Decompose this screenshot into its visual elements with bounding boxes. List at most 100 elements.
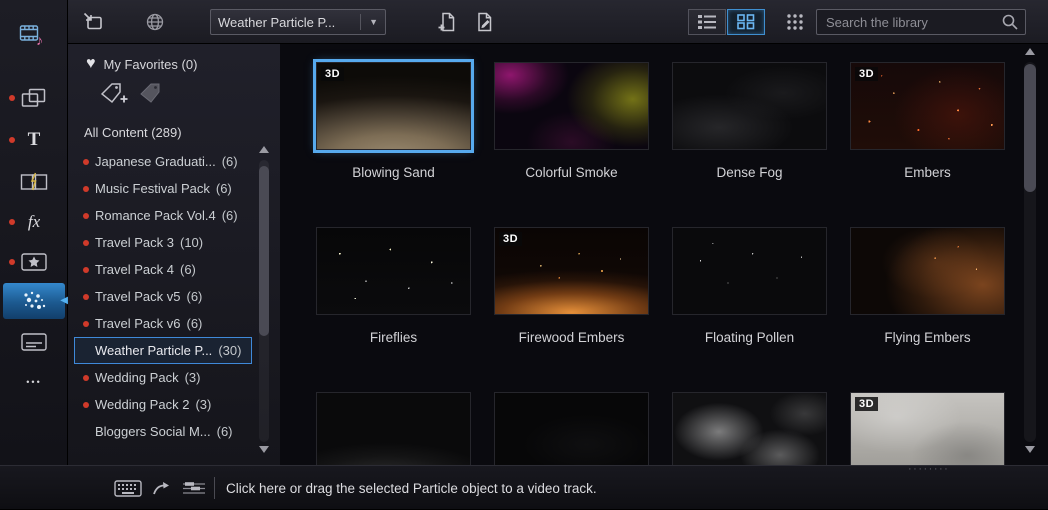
tree-item-weather-particle-selected[interactable]: Weather Particle P... (30) — [74, 337, 252, 364]
grid-item-partial-2[interactable] — [494, 392, 649, 465]
tree-item-count: (10) — [180, 235, 204, 250]
create-template-button[interactable] — [432, 9, 462, 35]
effect-room-icon: fx — [27, 212, 41, 231]
new-content-dot — [83, 239, 89, 246]
thumbnail-view-button[interactable] — [727, 9, 765, 35]
tree-item-count: (6) — [216, 424, 233, 439]
remove-tag-button[interactable] — [139, 82, 162, 105]
tree-item-music-festival[interactable]: Music Festival Pack (6) — [68, 175, 256, 202]
grid-item-partial-1[interactable] — [316, 392, 471, 465]
tree-item-label: Wedding Pack 2 — [95, 397, 190, 412]
tree-item-travel-pack-v5[interactable]: Travel Pack v5 (6) — [68, 283, 256, 310]
tree-item-label: Romance Pack Vol.4 — [95, 208, 216, 223]
edit-template-button[interactable] — [470, 9, 500, 35]
subtitle-room-button[interactable] — [0, 322, 68, 362]
grid-item-embers[interactable]: 3D Embers — [850, 62, 1005, 180]
download-content-button[interactable] — [140, 9, 170, 35]
grid-item-fireflies[interactable]: Fireflies — [316, 227, 471, 345]
grid-item-floating-pollen[interactable]: Floating Pollen — [672, 227, 827, 345]
grid-scrollbar-thumb[interactable] — [1024, 64, 1036, 192]
tree-item-travel-pack-3[interactable]: Travel Pack 3 (10) — [68, 229, 256, 256]
media-room-button[interactable]: ♪ — [0, 15, 68, 55]
tree-item-label: Weather Particle P... — [95, 343, 213, 358]
scroll-down-arrow[interactable] — [1025, 446, 1035, 453]
pip-objects-room-button[interactable] — [0, 242, 68, 282]
tree-item-count: (6) — [186, 316, 203, 331]
grid-item-blowing-sand[interactable]: 3D Blowing Sand — [316, 62, 471, 180]
search-icon[interactable] — [1001, 13, 1019, 31]
tree-item-label: Japanese Graduati... — [95, 154, 216, 169]
new-content-dot — [83, 158, 89, 165]
search-input[interactable] — [826, 14, 1001, 30]
new-content-dot — [9, 259, 15, 265]
tree-item-japanese-graduation[interactable]: Japanese Graduati... (6) — [68, 148, 256, 175]
tree-item-label: Travel Pack 3 — [95, 235, 174, 250]
tag-icon — [140, 83, 160, 103]
overlay-room-button[interactable] — [0, 78, 68, 118]
grid-item-flying-embers[interactable]: Flying Embers — [850, 227, 1005, 345]
tree-item-travel-pack-v6[interactable]: Travel Pack v6 (6) — [68, 310, 256, 337]
video-track-button[interactable] — [182, 480, 206, 496]
category-dropdown[interactable]: Weather Particle P... ▼ — [210, 9, 386, 35]
transition-room-button[interactable] — [0, 162, 68, 202]
grid-item-firewood-embers[interactable]: 3D Firewood Embers — [494, 227, 649, 345]
tree-item-wedding-pack-2[interactable]: Wedding Pack 2 (3) — [68, 391, 256, 418]
tree-item-count: (6) — [221, 208, 238, 223]
send-to-timeline-button[interactable] — [152, 480, 172, 496]
tree-item-label: Travel Pack v5 — [95, 289, 181, 304]
tree-item-count: (6) — [180, 262, 196, 277]
grid-item-dense-fog[interactable]: Dense Fog — [672, 62, 827, 180]
effect-room-button[interactable]: fx — [0, 202, 68, 242]
list-view-icon — [698, 15, 716, 29]
tree-item-count: (3) — [195, 397, 212, 412]
tree-item-wedding-pack[interactable]: Wedding Pack (3) — [68, 364, 256, 391]
details-view-button[interactable] — [688, 9, 726, 35]
grid-item-label: Colorful Smoke — [525, 165, 618, 180]
particle-room-library: Weather Particle P... ▼ Search the libra… — [0, 0, 1048, 509]
particle-room-button[interactable]: ◀ — [0, 281, 68, 321]
pip-objects-room-icon — [21, 253, 47, 271]
library-menu-button[interactable] — [780, 9, 810, 35]
thumbnail — [672, 392, 827, 465]
globe-icon — [146, 13, 164, 31]
thumbnail: 3D — [850, 392, 1005, 465]
tree-item-romance-pack[interactable]: Romance Pack Vol.4 (6) — [68, 202, 256, 229]
grid-item-label: Floating Pollen — [704, 330, 795, 345]
grid-item-label: Embers — [904, 165, 951, 180]
new-content-dot — [83, 320, 89, 327]
scroll-down-arrow[interactable] — [259, 446, 269, 453]
scroll-up-arrow[interactable] — [259, 146, 269, 153]
tree-item-label: Travel Pack v6 — [95, 316, 181, 331]
import-media-button[interactable] — [78, 9, 108, 35]
grid-item-partial-3[interactable] — [672, 392, 827, 465]
title-room-button[interactable]: T — [0, 120, 68, 160]
particle-room-icon — [24, 291, 46, 309]
tree-scrollbar — [257, 144, 271, 459]
keyboard-button[interactable] — [114, 479, 142, 497]
grid-item-colorful-smoke[interactable]: Colorful Smoke — [494, 62, 649, 180]
document-pencil-icon — [478, 12, 492, 32]
new-content-dot — [83, 401, 89, 408]
scroll-up-arrow[interactable] — [1025, 48, 1035, 55]
particle-grid: 3D Blowing Sand Colorful Smoke Dense Fog… — [280, 44, 1048, 465]
badge-3d: 3D — [855, 67, 879, 81]
thumbnail — [850, 227, 1005, 315]
my-favorites-item[interactable]: ♥ My Favorites (0) — [86, 56, 197, 72]
more-icon: ••• — [26, 377, 42, 387]
tree-item-travel-pack-4[interactable]: Travel Pack 4 (6) — [68, 256, 256, 283]
tree-item-count: (6) — [221, 154, 238, 169]
tree-scrollbar-thumb[interactable] — [259, 166, 269, 336]
new-content-dot — [83, 293, 89, 300]
new-content-dot — [9, 137, 15, 143]
tree-item-bloggers-social[interactable]: Bloggers Social M... (6) — [68, 418, 256, 445]
new-content-dot — [83, 374, 89, 381]
new-content-dot — [83, 266, 89, 273]
status-hint[interactable]: Click here or drag the selected Particle… — [226, 466, 597, 510]
more-rooms-button[interactable]: ••• — [0, 362, 68, 402]
thumbnail — [316, 392, 471, 465]
add-tag-button[interactable] — [100, 82, 129, 105]
divider — [214, 477, 215, 499]
panel-resize-grip[interactable]: ········ — [908, 463, 949, 475]
grid-item-partial-4[interactable]: 3D — [850, 392, 1005, 465]
all-content-item[interactable]: All Content (289) — [84, 125, 182, 140]
